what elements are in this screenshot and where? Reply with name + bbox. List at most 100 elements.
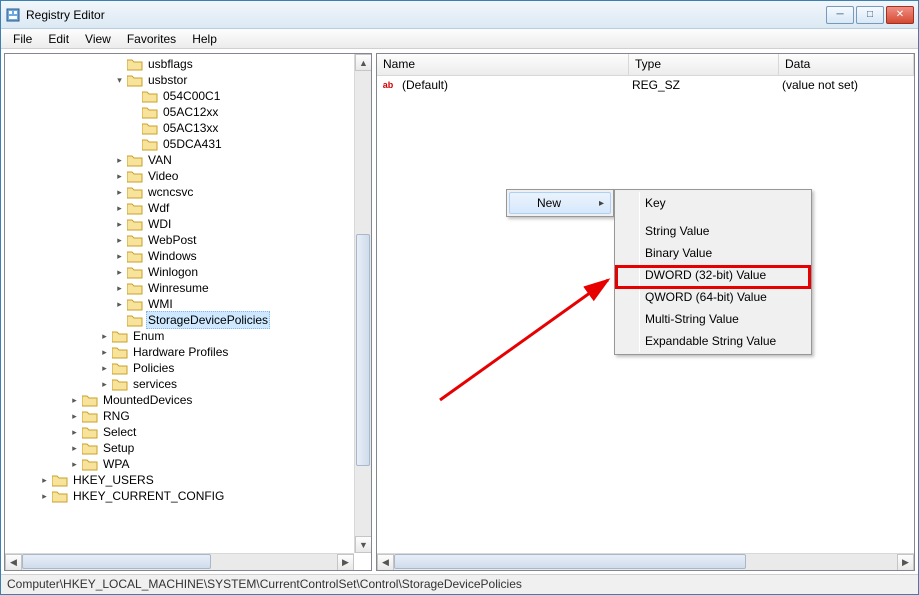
expand-icon[interactable]: ▸ [114, 283, 125, 294]
menu-item-string-value[interactable]: String Value [617, 220, 809, 242]
tree-item[interactable]: ▸WMI [9, 296, 371, 312]
menu-item-multistring-value[interactable]: Multi-String Value [617, 308, 809, 330]
tree-item[interactable]: ▸Video [9, 168, 371, 184]
scroll-left-button[interactable]: ◀ [377, 554, 394, 571]
folder-icon [127, 154, 143, 167]
scroll-right-button[interactable]: ▶ [337, 554, 354, 571]
status-path: Computer\HKEY_LOCAL_MACHINE\SYSTEM\Curre… [7, 577, 522, 591]
expand-icon[interactable]: ▸ [99, 347, 110, 358]
tree-vertical-scrollbar[interactable]: ▲ ▼ [354, 54, 371, 553]
expand-icon[interactable]: ▸ [114, 267, 125, 278]
expand-icon[interactable]: ▸ [69, 427, 80, 438]
status-bar: Computer\HKEY_LOCAL_MACHINE\SYSTEM\Curre… [1, 574, 918, 594]
tree-item[interactable]: ▸VAN [9, 152, 371, 168]
tree-item[interactable]: ▾ usbstor [9, 72, 371, 88]
menu-view[interactable]: View [77, 30, 119, 48]
expand-icon[interactable]: ▸ [69, 411, 80, 422]
menu-item-expandstring-value[interactable]: Expandable String Value [617, 330, 809, 352]
tree-item[interactable]: ▸Hardware Profiles [9, 344, 371, 360]
tree-item[interactable]: ▸HKEY_CURRENT_CONFIG [9, 488, 371, 504]
expand-icon[interactable]: ▸ [114, 235, 125, 246]
tree-item[interactable]: 05DCA431 [9, 136, 371, 152]
tree-item[interactable]: 05AC13xx [9, 120, 371, 136]
tree-item[interactable]: ▸Setup [9, 440, 371, 456]
menu-item-qword-value[interactable]: QWORD (64-bit) Value [617, 286, 809, 308]
highlight-box [615, 265, 811, 289]
tree-item-label: usbstor [146, 72, 189, 88]
tree-item-label: wcncsvc [146, 184, 195, 200]
tree-item[interactable]: 054C00C1 [9, 88, 371, 104]
tree-item[interactable]: ▸Policies [9, 360, 371, 376]
folder-icon [127, 218, 143, 231]
twisty-none [129, 123, 140, 134]
close-button[interactable]: ✕ [886, 6, 914, 24]
tree-item[interactable]: StorageDevicePolicies [9, 312, 371, 328]
menu-item-key[interactable]: Key [617, 192, 809, 214]
tree-item[interactable]: ▸services [9, 376, 371, 392]
value-data: (value not set) [779, 78, 861, 92]
tree-item[interactable]: 05AC12xx [9, 104, 371, 120]
column-headers: Name Type Data [377, 54, 914, 76]
minimize-button[interactable]: ─ [826, 6, 854, 24]
tree-item[interactable]: ▸Windows [9, 248, 371, 264]
collapse-icon[interactable]: ▾ [114, 75, 125, 86]
menu-item-binary-value[interactable]: Binary Value [617, 242, 809, 264]
menu-item-label: String Value [645, 224, 709, 238]
scroll-thumb[interactable] [22, 554, 211, 569]
menu-file[interactable]: File [5, 30, 40, 48]
expand-icon[interactable]: ▸ [114, 203, 125, 214]
tree-item[interactable]: ▸Winlogon [9, 264, 371, 280]
expand-icon[interactable]: ▸ [114, 219, 125, 230]
tree-item-label: Enum [131, 328, 166, 344]
tree-item[interactable]: ▸ wcncsvc [9, 184, 371, 200]
maximize-button[interactable]: □ [856, 6, 884, 24]
titlebar[interactable]: Registry Editor ─ □ ✕ [1, 1, 918, 29]
values-horizontal-scrollbar[interactable]: ◀ ▶ [377, 553, 914, 570]
expand-icon[interactable]: ▸ [69, 443, 80, 454]
tree-horizontal-scrollbar[interactable]: ◀ ▶ [5, 553, 354, 570]
expand-icon[interactable]: ▸ [99, 379, 110, 390]
twisty-none [114, 315, 125, 326]
expand-icon[interactable]: ▸ [114, 299, 125, 310]
folder-icon [142, 122, 158, 135]
tree-item[interactable]: ▸WebPost [9, 232, 371, 248]
tree-item[interactable]: ▸Winresume [9, 280, 371, 296]
folder-icon [112, 362, 128, 375]
tree-item[interactable]: ▸MountedDevices [9, 392, 371, 408]
column-type[interactable]: Type [629, 54, 779, 75]
menu-edit[interactable]: Edit [40, 30, 77, 48]
column-name[interactable]: Name [377, 54, 629, 75]
tree-pane[interactable]: usbflags ▾ usbstor054C00C105AC12xx05AC13xx… [4, 53, 372, 571]
column-data[interactable]: Data [779, 54, 914, 75]
expand-icon[interactable]: ▸ [39, 475, 50, 486]
expand-icon[interactable]: ▸ [114, 171, 125, 182]
scroll-thumb[interactable] [356, 234, 370, 467]
expand-icon[interactable]: ▸ [69, 395, 80, 406]
menu-favorites[interactable]: Favorites [119, 30, 184, 48]
tree-item-label: RNG [101, 408, 132, 424]
value-row[interactable]: ab (Default) REG_SZ (value not set) [377, 76, 914, 94]
expand-icon[interactable]: ▸ [99, 363, 110, 374]
tree-item[interactable]: ▸Select [9, 424, 371, 440]
menu-item-new[interactable]: New [509, 192, 611, 214]
tree-item[interactable]: usbflags [9, 56, 371, 72]
expand-icon[interactable]: ▸ [114, 155, 125, 166]
tree-item[interactable]: ▸HKEY_USERS [9, 472, 371, 488]
tree-item-label: WPA [101, 456, 131, 472]
scroll-down-button[interactable]: ▼ [355, 536, 372, 553]
tree-item[interactable]: ▸Wdf [9, 200, 371, 216]
expand-icon[interactable]: ▸ [39, 491, 50, 502]
scroll-right-button[interactable]: ▶ [897, 554, 914, 571]
scroll-up-button[interactable]: ▲ [355, 54, 372, 71]
menu-help[interactable]: Help [184, 30, 225, 48]
tree-item[interactable]: ▸WDI [9, 216, 371, 232]
expand-icon[interactable]: ▸ [69, 459, 80, 470]
scroll-left-button[interactable]: ◀ [5, 554, 22, 571]
expand-icon[interactable]: ▸ [99, 331, 110, 342]
expand-icon[interactable]: ▸ [114, 187, 125, 198]
expand-icon[interactable]: ▸ [114, 251, 125, 262]
tree-item[interactable]: ▸ Enum [9, 328, 371, 344]
scroll-thumb[interactable] [394, 554, 746, 569]
tree-item[interactable]: ▸ RNG [9, 408, 371, 424]
tree-item[interactable]: ▸ WPA [9, 456, 371, 472]
